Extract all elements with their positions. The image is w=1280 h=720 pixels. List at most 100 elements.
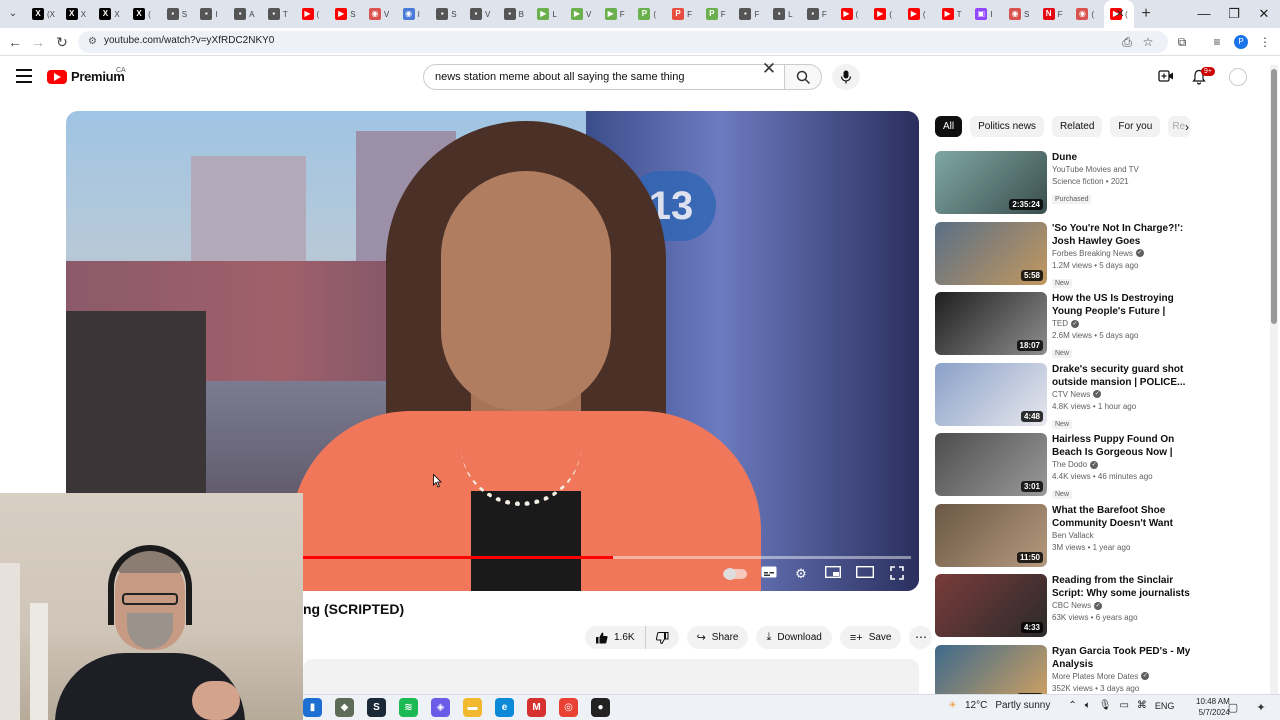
weather-icon[interactable]: ☀ xyxy=(948,700,957,711)
tray-overflow-icon[interactable]: ⌃ xyxy=(1068,700,1076,711)
app-icon[interactable]: ◆ xyxy=(335,698,354,717)
browser-tab[interactable]: P( xyxy=(632,0,666,28)
filter-chip[interactable]: Politics news xyxy=(970,116,1044,137)
new-tab-button[interactable]: + xyxy=(1136,4,1156,24)
browser-tab[interactable]: ▣ I xyxy=(969,0,1003,28)
video-title-link[interactable]: Drake's security guard shot outside mans… xyxy=(1052,363,1192,389)
back-button[interactable]: ← xyxy=(5,32,25,52)
app-icon[interactable]: ◈ xyxy=(431,698,450,717)
progress-bar[interactable] xyxy=(303,556,911,559)
browser-tab[interactable]: XX xyxy=(93,0,127,28)
fullscreen-icon[interactable] xyxy=(887,566,907,582)
speaker-icon[interactable]: 🔈︎ xyxy=(1085,700,1091,711)
voice-search-button[interactable] xyxy=(832,64,860,90)
recommended-video[interactable]: 18:07 How the US Is Destroying Young Peop… xyxy=(935,292,1195,363)
browser-tab[interactable]: PF xyxy=(666,0,700,28)
video-thumbnail[interactable]: 11:50 xyxy=(935,503,1047,567)
channel-name[interactable]: Ben Vallack xyxy=(1052,531,1094,540)
browser-tab[interactable]: ▪ S xyxy=(161,0,195,28)
channel-name-row[interactable]: Forbes Breaking News ✓ xyxy=(1052,248,1192,260)
dislike-button[interactable] xyxy=(646,626,679,649)
browser-tab[interactable]: ▪ S xyxy=(430,0,464,28)
channel-name-row[interactable]: The Dodo ✓ xyxy=(1052,459,1192,471)
microphone-tray-icon[interactable]: 🎙︎ xyxy=(1099,700,1112,711)
browser-tab[interactable]: PF xyxy=(700,0,734,28)
recommended-video[interactable]: 4:33 Reading from the Sinclair Script: Wh… xyxy=(935,574,1195,645)
browser-tab[interactable]: ▪ I xyxy=(194,0,228,28)
menu-icon[interactable] xyxy=(16,69,32,83)
channel-name[interactable]: More Plates More Dates xyxy=(1052,672,1138,681)
settings-gear-icon[interactable]: ⚙ xyxy=(791,566,811,582)
video-title-link[interactable]: What the Barefoot Shoe Community Doesn't… xyxy=(1052,504,1192,530)
filter-chip[interactable]: For you xyxy=(1110,116,1161,137)
video-thumbnail[interactable]: 5:58 xyxy=(935,221,1047,285)
browser-tab[interactable]: ▶( xyxy=(902,0,936,28)
copilot-icon[interactable]: ✦ xyxy=(1253,700,1269,716)
video-title-link[interactable]: How the US Is Destroying Young People's … xyxy=(1052,292,1192,318)
forward-button[interactable]: → xyxy=(28,32,48,52)
channel-name[interactable]: CTV News xyxy=(1052,390,1090,399)
channel-name[interactable]: YouTube Movies and TV xyxy=(1052,165,1139,174)
maximize-window-button[interactable]: ❐ xyxy=(1220,4,1248,24)
browser-tab[interactable]: X (X xyxy=(26,0,60,28)
browser-tab[interactable]: ▪ V xyxy=(464,0,498,28)
browser-tab[interactable]: ▪ A xyxy=(228,0,262,28)
filter-chip[interactable]: Related xyxy=(1051,116,1103,137)
browser-tab[interactable]: ▶ T xyxy=(936,0,970,28)
search-button[interactable] xyxy=(784,64,822,90)
browser-tab[interactable]: ◉ V xyxy=(363,0,397,28)
video-thumbnail[interactable]: 4:48 xyxy=(935,362,1047,426)
create-video-icon[interactable] xyxy=(1158,69,1176,85)
page-scrollbar[interactable] xyxy=(1270,65,1278,695)
tab-search-icon[interactable]: ⌄ xyxy=(4,5,22,23)
filter-chip[interactable]: All xyxy=(935,116,963,137)
channel-name-row[interactable]: More Plates More Dates ✓ xyxy=(1052,671,1192,683)
video-title-link[interactable]: Ryan Garcia Took PED's - My Analysis xyxy=(1052,645,1192,671)
youtube-logo[interactable]: Premium xyxy=(47,69,125,84)
browser-tab[interactable]: ▪ T xyxy=(262,0,296,28)
spotify-icon[interactable]: ≋ xyxy=(399,698,418,717)
site-info-icon[interactable]: ⚙ xyxy=(88,36,100,48)
download-button[interactable]: ⤓ Download xyxy=(756,626,832,649)
bookmark-star-icon[interactable]: ☆ xyxy=(1137,31,1159,53)
close-tab-icon[interactable]: ✕ xyxy=(1112,6,1128,22)
folder-icon[interactable]: ▬ xyxy=(463,698,482,717)
save-button[interactable]: ≡+ Save xyxy=(839,626,902,649)
language-indicator[interactable]: ENG xyxy=(1155,701,1175,711)
shield-icon[interactable]: M xyxy=(527,698,546,717)
notifications-center-icon[interactable]: ▢ xyxy=(1225,700,1241,716)
extensions-icon[interactable]: ⧉ xyxy=(1171,31,1193,53)
close-window-button[interactable]: ✕ xyxy=(1250,4,1278,24)
edge-icon[interactable]: e xyxy=(495,698,514,717)
browser-tab[interactable]: ▶ L xyxy=(531,0,565,28)
chevron-right-icon[interactable]: › xyxy=(1179,119,1195,135)
browser-tab[interactable]: ◉ I xyxy=(397,0,431,28)
browser-tab[interactable]: ▶ F xyxy=(599,0,633,28)
share-button[interactable]: ↪ Share xyxy=(686,626,749,649)
media-controls-icon[interactable]: ≡ xyxy=(1206,31,1228,53)
channel-name[interactable]: TED xyxy=(1052,319,1068,328)
browser-tab[interactable]: ▶( xyxy=(296,0,330,28)
display-icon[interactable]: ▭ xyxy=(1119,700,1128,711)
browser-tab[interactable]: ▶ S xyxy=(329,0,363,28)
video-title-link[interactable]: Dune xyxy=(1052,151,1192,164)
address-bar[interactable]: ⚙ youtube.com/watch?v=yXfRDC2NKY0 xyxy=(78,31,1168,53)
browser-tab[interactable]: X( xyxy=(127,0,161,28)
browser-tab[interactable]: ▶( xyxy=(835,0,869,28)
video-title-link[interactable]: 'So You're Not In Charge?!': Josh Hawley… xyxy=(1052,222,1192,248)
miniplayer-icon[interactable] xyxy=(823,565,843,582)
video-title-link[interactable]: Hairless Puppy Found On Beach Is Gorgeou… xyxy=(1052,433,1192,459)
app-icon[interactable]: ● xyxy=(591,698,610,717)
steam-icon[interactable]: S xyxy=(367,698,386,717)
channel-name[interactable]: CBC News xyxy=(1052,601,1091,610)
channel-name-row[interactable]: TED ✓ xyxy=(1052,318,1192,330)
channel-name[interactable]: Forbes Breaking News xyxy=(1052,249,1133,258)
app-icon[interactable]: ▮ xyxy=(303,698,322,717)
minimize-window-button[interactable]: — xyxy=(1190,4,1218,24)
more-actions-button[interactable]: ⋯ xyxy=(909,626,933,649)
channel-name-row[interactable]: CBC News ✓ xyxy=(1052,600,1192,612)
network-icon[interactable]: ⌘ xyxy=(1137,700,1147,711)
video-thumbnail[interactable]: 18:07 xyxy=(935,292,1047,355)
channel-name-row[interactable]: CTV News ✓ xyxy=(1052,389,1192,401)
recommended-video[interactable]: 3:01 Hairless Puppy Found On Beach Is Gor… xyxy=(935,433,1195,504)
